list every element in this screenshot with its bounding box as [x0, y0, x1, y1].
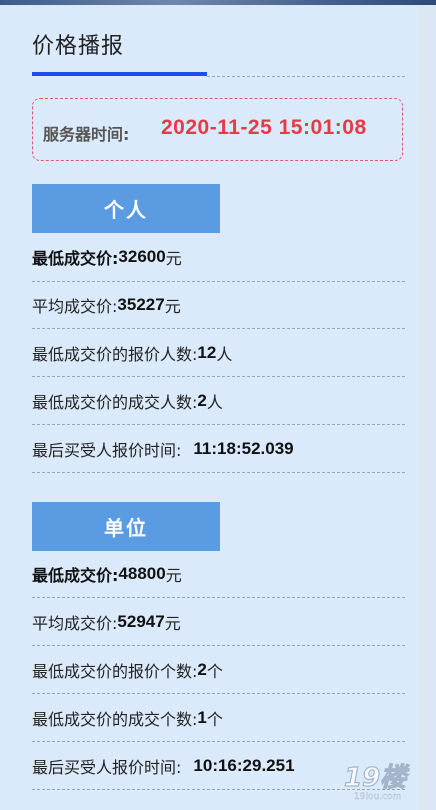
row-value: 11:18:52.039 [193, 439, 294, 458]
row-value: 52947 [117, 612, 165, 631]
row-label: 最低成交价的成交人数: [32, 393, 198, 412]
row-value: 10:16:29.251 [193, 756, 295, 775]
server-time-label: 服务器时间: [43, 125, 130, 144]
row-unit: 人 [216, 345, 233, 364]
row-label: 最后买受人报价时间: [32, 758, 182, 777]
row-value: 35227 [117, 295, 165, 314]
row-unit: 元 [164, 297, 181, 316]
row-label: 平均成交价: [32, 614, 118, 633]
row-individual-last-bid-time: 最后买受人报价时间: 11:18:52.039 [32, 426, 405, 473]
row-individual-deal-count: 最低成交价的成交人数: 2 人 [32, 378, 405, 425]
section-header-individual: 个人 [32, 184, 220, 233]
server-time-box: 服务器时间: 2020-11-25 15:01:08 [32, 98, 403, 161]
row-value: 2 [197, 391, 207, 410]
row-organization-lowest-price: 最低成交价: 48800 元 [32, 551, 405, 598]
row-divider [32, 233, 405, 282]
row-unit: 个 [206, 710, 223, 729]
watermark-site-text: 19lou.com [354, 792, 401, 802]
row-label: 最低成交价的成交个数: [32, 710, 198, 729]
row-unit: 元 [165, 566, 182, 585]
row-individual-average-price: 平均成交价: 35227 元 [32, 282, 405, 329]
row-label: 平均成交价: [32, 297, 118, 316]
row-label: 最低成交价的报价个数: [32, 662, 198, 681]
row-value: 1 [197, 708, 207, 727]
row-organization-bid-count: 最低成交价的报价个数: 2 个 [32, 647, 405, 694]
row-value: 48800 [118, 564, 166, 583]
site-watermark-logo: 19楼 19lou.com [343, 762, 410, 802]
row-value: 2 [197, 660, 207, 679]
title-underline [32, 72, 207, 76]
right-gutter [418, 5, 436, 810]
server-time-value: 2020-11-25 15:01:08 [161, 116, 367, 139]
watermark-logo-text: 19楼 [344, 763, 410, 793]
row-unit: 元 [164, 614, 181, 633]
title-divider [207, 76, 405, 77]
row-unit: 人 [206, 393, 223, 412]
row-unit: 个 [206, 662, 223, 681]
row-organization-deal-count: 最低成交价的成交个数: 1 个 [32, 695, 405, 742]
section-header-organization: 单位 [32, 502, 220, 551]
row-individual-bidder-count: 最低成交价的报价人数: 12 人 [32, 330, 405, 377]
row-label: 最低成交价的报价人数: [32, 345, 198, 364]
row-label: 最后买受人报价时间: [32, 441, 182, 460]
row-label: 最低成交价: [32, 566, 119, 585]
row-value: 12 [197, 343, 217, 362]
panel-title: 价格播报 [32, 34, 125, 59]
row-organization-average-price: 平均成交价: 52947 元 [32, 599, 405, 646]
